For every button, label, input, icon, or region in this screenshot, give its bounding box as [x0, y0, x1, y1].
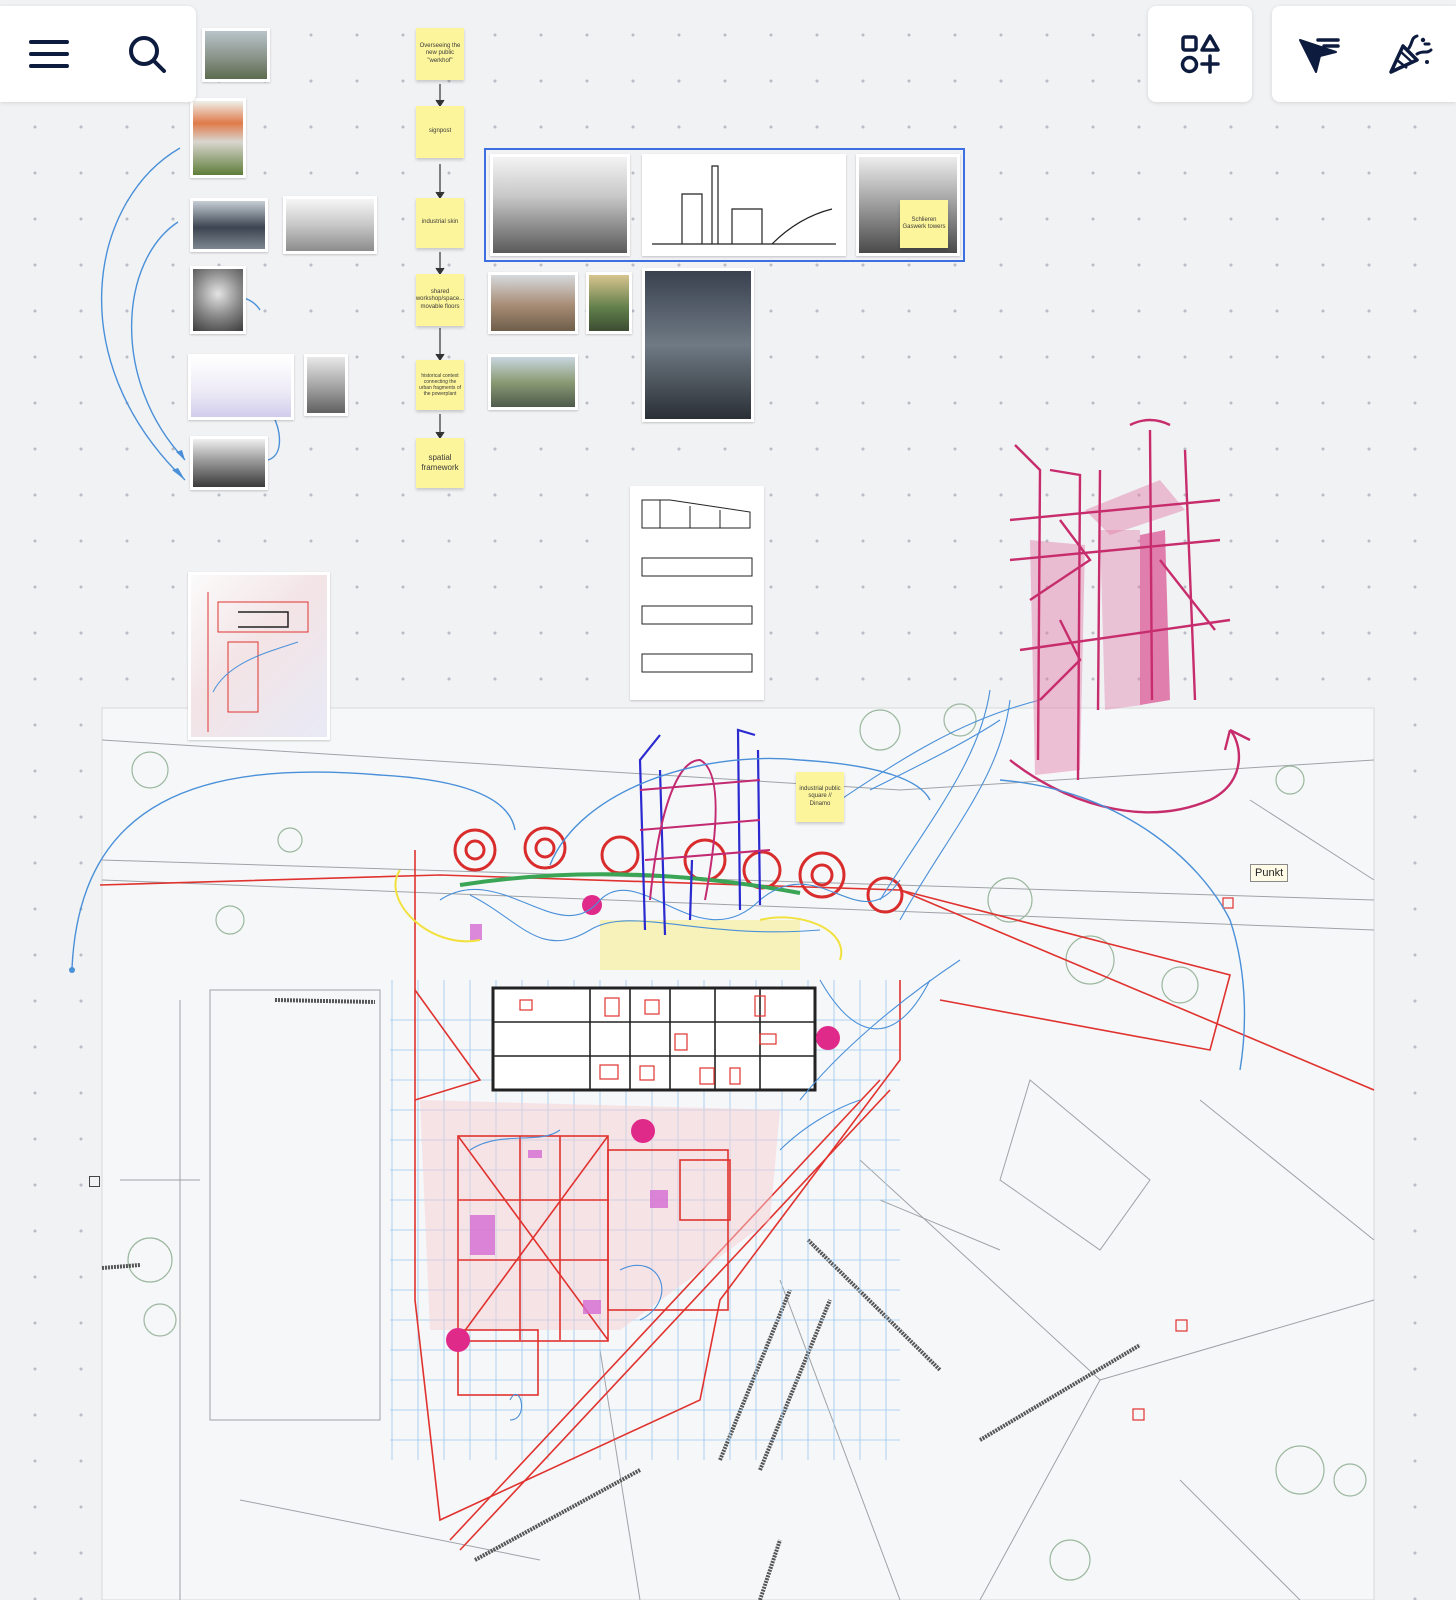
- add-shapes-button[interactable]: [1172, 26, 1228, 82]
- photo-gasometer[interactable]: [190, 198, 268, 252]
- photo-industrial-site-bw[interactable]: [490, 154, 630, 256]
- connector-arrowheads: [69, 450, 185, 973]
- photo-archive-drawing[interactable]: [304, 354, 348, 416]
- photo-riverside[interactable]: [488, 354, 578, 410]
- sticky-schlieren-gaswerk[interactable]: Schlieren Gaswerk towers: [900, 200, 948, 248]
- hamburger-menu-icon: [29, 40, 69, 68]
- site-plan-thumbnail-lines: [207, 592, 309, 732]
- menu-button[interactable]: [21, 26, 77, 82]
- elevation-drawing-lines: [652, 165, 836, 245]
- shapes-plus-icon: [1180, 34, 1220, 74]
- sections-sheet-lines: [641, 499, 753, 673]
- photo-brick-building[interactable]: [488, 272, 578, 334]
- screenshot-diagram[interactable]: [188, 354, 294, 420]
- whiteboard-canvas[interactable]: Overseeing the new public "werkhof" sign…: [0, 0, 1456, 1600]
- photo-green-facade[interactable]: [586, 272, 632, 334]
- photo-rocket[interactable]: [190, 98, 246, 178]
- main-toolbar: [0, 6, 196, 102]
- sticky-shared-workshop[interactable]: shared workshop/space... movable floors: [416, 274, 464, 326]
- sticky-spatial-framework[interactable]: spatial framework: [416, 438, 464, 488]
- site-plan-thumbnail[interactable]: [188, 572, 330, 740]
- sticky-industrial-skin[interactable]: industrial skin: [416, 198, 464, 248]
- sticky-historical-context[interactable]: historical context connecting the urban …: [416, 360, 464, 410]
- collaboration-toolbar: [1272, 6, 1456, 102]
- tooltip-punkt: Punkt: [1250, 864, 1289, 882]
- shapes-toolbar: [1148, 6, 1252, 102]
- photo-sculpture[interactable]: [190, 266, 246, 334]
- photo-hall-interior[interactable]: [642, 268, 754, 422]
- sections-sheet[interactable]: [630, 486, 764, 700]
- collaborators-cursor-button[interactable]: [1290, 26, 1346, 82]
- elevation-drawing[interactable]: [642, 154, 846, 256]
- photo-castle[interactable]: [202, 28, 270, 82]
- sticky-overseeing-werkhof[interactable]: Overseeing the new public "werkhof": [416, 28, 464, 80]
- photo-powerplant-bw[interactable]: [190, 436, 268, 490]
- screenshot-3d-model[interactable]: [283, 196, 377, 254]
- party-popper-icon: [1389, 34, 1433, 74]
- sticky-signpost[interactable]: signpost: [416, 106, 464, 158]
- sticky-industrial-public-square[interactable]: industrial public square // Dinamo: [796, 772, 844, 822]
- search-button[interactable]: [119, 26, 175, 82]
- celebrate-button[interactable]: [1382, 26, 1438, 82]
- cursor-lines-icon: [1299, 38, 1340, 73]
- canvas-marker-square[interactable]: [89, 1176, 100, 1187]
- search-icon: [129, 36, 166, 73]
